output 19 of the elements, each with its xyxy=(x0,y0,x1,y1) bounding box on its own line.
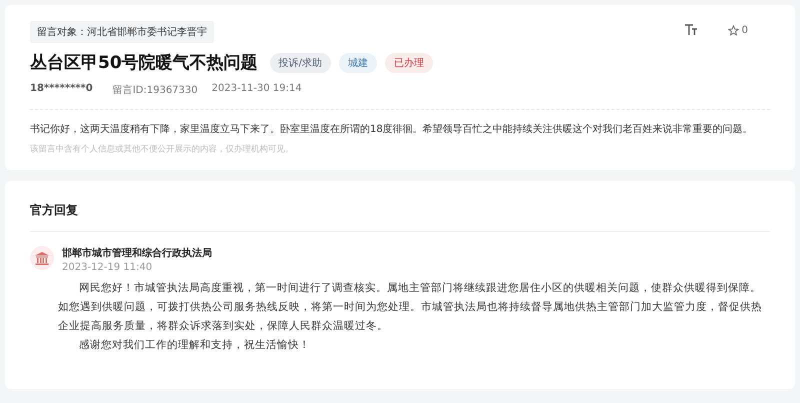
message-tag: 投诉/求助 xyxy=(270,52,332,72)
message-tag: 城建 xyxy=(339,52,378,72)
star-icon[interactable] xyxy=(728,24,739,36)
department-name: 邯郸市城市管理和综合行政执法局 xyxy=(62,246,212,260)
message-id: 留言ID:19367330 xyxy=(112,84,198,97)
reply-paragraph: 网民您好！市城管执法局高度重视，第一时间进行了调查核实。属地主管部门将继续跟进您居住小区的供暖相关问题，使群众供暖得到保障。如您遇到供暖问题，可拨打供热公司服务热线反映，将第一时间为您处理。市城管执法局也将持续督导属地供热主管部门加大监管力度，督促供热企业提高服务质量，将群众诉求落到实处，保障人民群众温暖过冬。 xyxy=(58,281,763,334)
message-tag: 已办理 xyxy=(385,52,434,72)
message-time: 2023-11-30 19:14 xyxy=(212,83,302,96)
reply-heading: 官方回复 xyxy=(30,197,770,232)
reply-paragraph: 感谢您对我们工作的理解和支持，祝生活愉快！ xyxy=(78,338,311,353)
privacy-notice: 该留言中含有个人信息或其他不便公开展示的内容，仅办理机构可见。 xyxy=(30,143,294,155)
font-size-icon[interactable] xyxy=(684,24,698,36)
message-body: 书记你好，这两天温度稍有下降，家里温度立马下来了。卧室里温度在所谓的18度徘徊。希望领导百忙之中能持续关注供暖这个对我们老百姓来说非常重要的问题。 xyxy=(30,122,754,136)
reply-time: 2023-12-19 11:40 xyxy=(62,262,154,273)
author: 18********0 xyxy=(30,83,93,96)
message-target: 留言对象：河北省邯郸市委书记李晋宇 xyxy=(30,21,214,43)
government-building-icon xyxy=(30,246,54,270)
favorite-count: 0 xyxy=(742,24,748,36)
message-title: 丛台区甲50号院暖气不热问题 xyxy=(30,52,258,74)
